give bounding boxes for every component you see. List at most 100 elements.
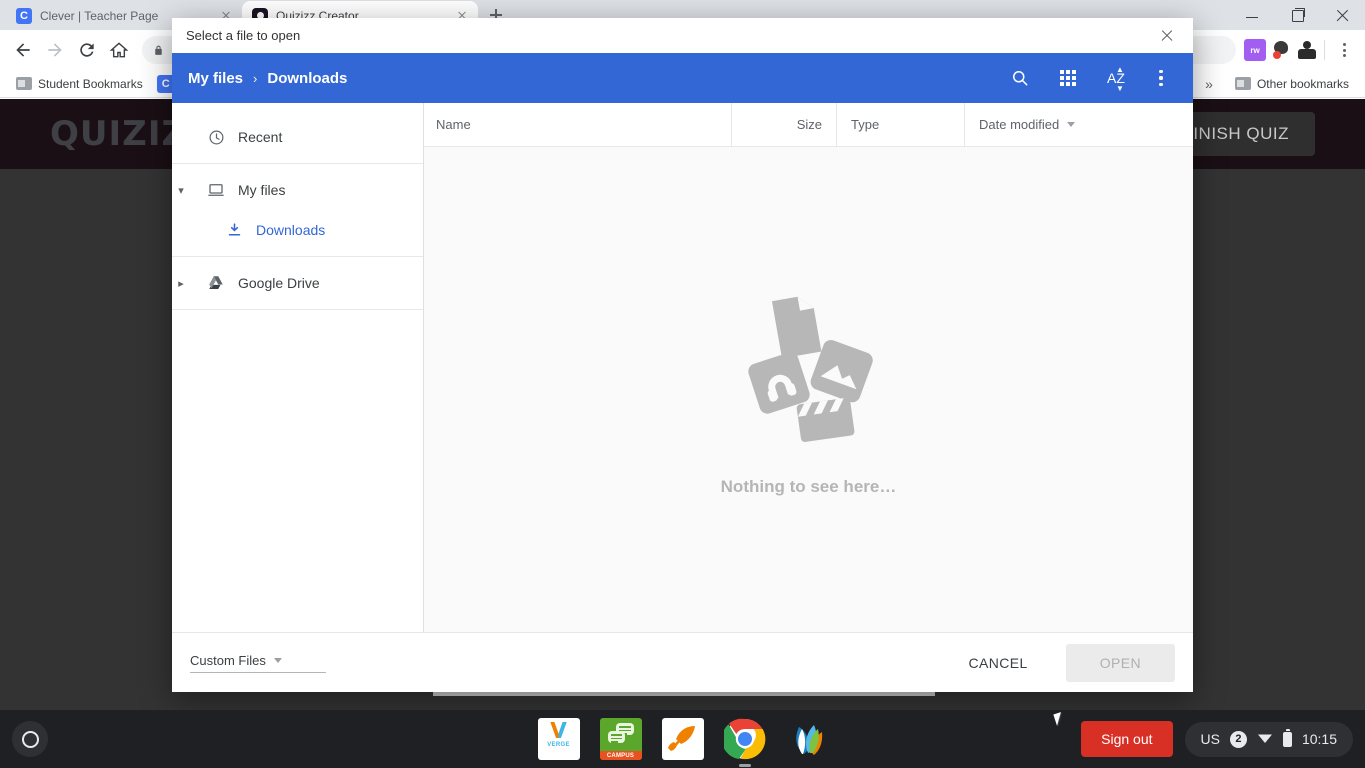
campus-app-icon[interactable]: CAMPUS: [599, 718, 642, 760]
back-arrow-icon[interactable]: [8, 35, 38, 65]
notification-count-badge: 2: [1229, 730, 1247, 748]
close-icon[interactable]: [1320, 0, 1365, 30]
minimize-icon[interactable]: [1230, 0, 1275, 30]
sidebar-group-my-files: ▾ My files Downloads: [172, 164, 423, 257]
sort-up-arrow-icon: ▲: [1116, 65, 1124, 74]
caret-down-icon: [273, 657, 282, 663]
sidebar-item-downloads[interactable]: Downloads: [172, 210, 423, 250]
lock-icon: [155, 45, 162, 55]
caret-down-icon: [1067, 122, 1076, 127]
verge-app-label: VERGE: [547, 742, 570, 748]
campus-app-label: CAMPUS: [599, 751, 642, 760]
sort-down-arrow-icon: ▼: [1116, 84, 1124, 93]
wifi-icon: [1257, 731, 1273, 748]
other-bookmarks-label: Other bookmarks: [1256, 76, 1349, 91]
column-header-size[interactable]: Size: [732, 103, 837, 146]
dialog-title: Select a file to open: [186, 28, 301, 43]
open-button[interactable]: OPEN: [1065, 643, 1175, 682]
shelf-app-icons: V VERGE CAMPUS: [537, 718, 828, 767]
sidebar-group-google-drive: ▸ Google Drive: [172, 257, 423, 310]
file-list-header: Name Size Type Date modified: [424, 103, 1193, 147]
column-header-name[interactable]: Name: [424, 103, 732, 146]
reload-icon[interactable]: [72, 35, 102, 65]
download-icon: [224, 220, 244, 240]
column-header-date-label: Date modified: [979, 117, 1060, 132]
empty-state-text: Nothing to see here…: [720, 476, 897, 496]
clock-label: 10:15: [1301, 731, 1337, 747]
column-header-type[interactable]: Type: [837, 103, 965, 146]
forward-arrow-icon[interactable]: [40, 35, 70, 65]
dialog-toolbar-actions: AZ ▲ ▼: [1007, 65, 1177, 93]
other-bookmarks-button[interactable]: Other bookmarks: [1229, 75, 1355, 93]
keyboard-layout-label: US: [1200, 731, 1220, 747]
clever-icon: C: [16, 7, 32, 24]
chrome-app-icon[interactable]: [721, 718, 766, 767]
app-running-indicator: [738, 764, 751, 767]
breadcrumb-my-files[interactable]: My files: [188, 70, 243, 87]
clock-icon: [206, 127, 226, 147]
leaf-app-icon[interactable]: [786, 718, 828, 760]
folder-icon: [16, 77, 32, 90]
chevron-right-icon[interactable]: ▸: [174, 277, 188, 290]
bookmark-label: Student Bookmarks: [38, 76, 143, 91]
breadcrumb: My files › Downloads: [188, 70, 347, 87]
home-icon[interactable]: [104, 35, 134, 65]
sidebar-item-my-files[interactable]: ▾ My files: [172, 170, 423, 210]
window-controls: [1230, 0, 1365, 30]
empty-files-illustration: [747, 296, 873, 442]
sidebar-item-label: Downloads: [256, 222, 326, 238]
dialog-toolbar: My files › Downloads AZ ▲ ▼: [172, 53, 1193, 103]
battery-icon: [1282, 729, 1292, 747]
launcher-icon[interactable]: [12, 721, 48, 757]
file-type-select[interactable]: Custom Files: [190, 653, 326, 673]
chevron-down-icon[interactable]: ▾: [174, 184, 188, 197]
maximize-icon[interactable]: [1275, 0, 1320, 30]
file-list-empty-state: Nothing to see here…: [424, 147, 1193, 632]
sidebar-group-recent: Recent: [172, 111, 423, 164]
leaf-glyph: [795, 725, 822, 755]
sidebar-item-label: Google Drive: [238, 275, 320, 291]
chrome-glyph: [721, 718, 765, 760]
sidebar-item-label: Recent: [238, 129, 283, 145]
sidebar-item-google-drive[interactable]: ▸ Google Drive: [172, 263, 423, 303]
dialog-body: Recent ▾ My files Downloads ▸ Google Dri…: [172, 103, 1193, 632]
system-tray[interactable]: US 2 10:15: [1184, 721, 1353, 757]
file-picker-dialog: Select a file to open My files › Downloa…: [172, 18, 1193, 692]
device-icon: [206, 180, 226, 200]
sign-out-button[interactable]: Sign out: [1081, 721, 1173, 757]
chat-bubbles-icon: [607, 722, 635, 746]
bookmarks-overflow-button[interactable]: »: [1197, 76, 1221, 92]
file-type-value: Custom Files: [190, 652, 266, 668]
grid-view-icon[interactable]: [1055, 65, 1081, 91]
sort-az-icon[interactable]: AZ ▲ ▼: [1103, 65, 1129, 93]
chrome-menu-icon[interactable]: [1331, 35, 1357, 65]
bookmark-student-bookmarks[interactable]: Student Bookmarks: [10, 75, 149, 93]
verge-glyph: V: [549, 719, 568, 744]
rocket-glyph: [667, 726, 695, 751]
column-header-date-modified[interactable]: Date modified: [965, 103, 1193, 146]
dialog-titlebar: Select a file to open: [172, 18, 1193, 53]
sidebar-item-label: My files: [238, 182, 286, 198]
more-options-icon[interactable]: [1151, 65, 1171, 91]
dialog-sidebar: Recent ▾ My files Downloads ▸ Google Dri…: [172, 103, 424, 632]
extension-icons: rw: [1244, 39, 1318, 61]
ink-blob-extension-icon[interactable]: [1270, 39, 1292, 61]
breadcrumb-downloads[interactable]: Downloads: [267, 70, 347, 87]
toolbar-divider: [1324, 40, 1325, 60]
dialog-footer: Custom Files CANCEL OPEN: [172, 632, 1193, 692]
breadcrumb-separator: ›: [253, 70, 258, 86]
search-icon[interactable]: [1007, 65, 1033, 91]
google-drive-icon: [206, 273, 226, 293]
read-write-extension-icon[interactable]: rw: [1244, 39, 1266, 61]
dialog-close-icon[interactable]: [1155, 24, 1179, 48]
dialog-footer-actions: CANCEL OPEN: [947, 643, 1175, 682]
rocket-app-icon[interactable]: [661, 718, 704, 760]
folder-icon: [1234, 77, 1251, 90]
shelf-status-area: Sign out US 2 10:15: [1081, 721, 1365, 757]
sidebar-item-recent[interactable]: Recent: [172, 117, 423, 157]
chromeos-shelf: V VERGE CAMPUS Sign out US 2 10:15: [0, 710, 1365, 768]
verge-app-icon[interactable]: V VERGE: [537, 718, 580, 760]
cancel-button[interactable]: CANCEL: [947, 645, 1050, 681]
file-list: Name Size Type Date modified Nothing to …: [424, 103, 1193, 632]
person-extension-icon[interactable]: [1296, 39, 1318, 61]
